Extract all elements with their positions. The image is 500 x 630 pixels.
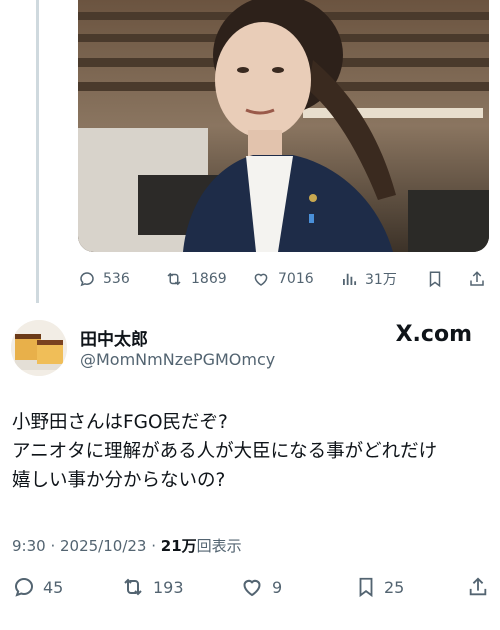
quoted-tweet-photo[interactable] bbox=[78, 0, 489, 252]
author-display-name[interactable]: 田中太郎 bbox=[80, 325, 148, 350]
reply-action[interactable]: 45 bbox=[12, 575, 63, 599]
bookmark-count: 25 bbox=[384, 577, 405, 597]
like-count: 9 bbox=[272, 577, 283, 597]
reply-action[interactable]: 536 bbox=[78, 270, 130, 288]
reply-count: 45 bbox=[43, 577, 64, 597]
meta-separator: · bbox=[146, 537, 161, 555]
tweet-meta: 9:30 · 2025/10/23 · 21万回表示 bbox=[12, 535, 242, 556]
retweet-action[interactable]: 1869 bbox=[164, 270, 227, 288]
retweet-count: 1869 bbox=[191, 271, 227, 287]
retweet-count: 193 bbox=[153, 577, 184, 597]
views-action[interactable]: 31万 bbox=[340, 269, 397, 289]
thread-line bbox=[36, 0, 39, 303]
reply-icon bbox=[80, 272, 94, 287]
like-icon bbox=[243, 579, 261, 597]
bookmark-icon bbox=[359, 577, 373, 598]
quoted-tweet-actions: 536 1869 7016 31万 bbox=[78, 264, 490, 294]
tweet-text: 小野田さんはFGO民だぞ? アニオタに理解がある人が大臣になる事がどれだけ 嬉し… bbox=[12, 408, 492, 495]
bookmark-action[interactable]: 25 bbox=[355, 574, 404, 600]
tweet-actions: 45 193 9 25 bbox=[12, 570, 490, 604]
share-action[interactable] bbox=[467, 574, 489, 600]
like-action[interactable]: 9 bbox=[239, 575, 282, 599]
like-count: 7016 bbox=[278, 271, 314, 287]
bookmark-action[interactable] bbox=[426, 269, 444, 289]
tweet-text-line: アニオタに理解がある人が大臣になる事がどれだけ bbox=[12, 441, 438, 462]
like-action[interactable]: 7016 bbox=[251, 270, 314, 288]
tweet-time[interactable]: 9:30 bbox=[12, 537, 46, 555]
like-icon bbox=[254, 273, 268, 286]
reply-count: 536 bbox=[103, 271, 130, 287]
author-handle[interactable]: @MomNmNzePGMOmcy bbox=[80, 350, 275, 369]
brand-watermark: X.com bbox=[395, 322, 472, 347]
meta-separator: · bbox=[45, 537, 60, 555]
share-icon bbox=[470, 271, 484, 286]
tweet-views-count: 21万 bbox=[160, 537, 197, 555]
retweet-icon bbox=[167, 272, 181, 286]
share-icon bbox=[469, 577, 487, 596]
share-action[interactable] bbox=[468, 269, 486, 289]
retweet-action[interactable]: 193 bbox=[120, 575, 184, 599]
reply-icon bbox=[14, 577, 34, 597]
tweet-text-line: 小野田さんはFGO民だぞ? bbox=[12, 412, 228, 433]
views-icon bbox=[343, 273, 357, 285]
retweet-icon bbox=[124, 578, 142, 596]
tweet-date[interactable]: 2025/10/23 bbox=[60, 537, 146, 555]
tweet-text-line: 嬉しい事か分からないの? bbox=[12, 470, 226, 491]
avatar[interactable] bbox=[11, 320, 67, 376]
tweet-views-label: 回表示 bbox=[196, 537, 242, 555]
views-count: 31万 bbox=[365, 272, 397, 288]
bookmark-icon bbox=[429, 271, 441, 288]
